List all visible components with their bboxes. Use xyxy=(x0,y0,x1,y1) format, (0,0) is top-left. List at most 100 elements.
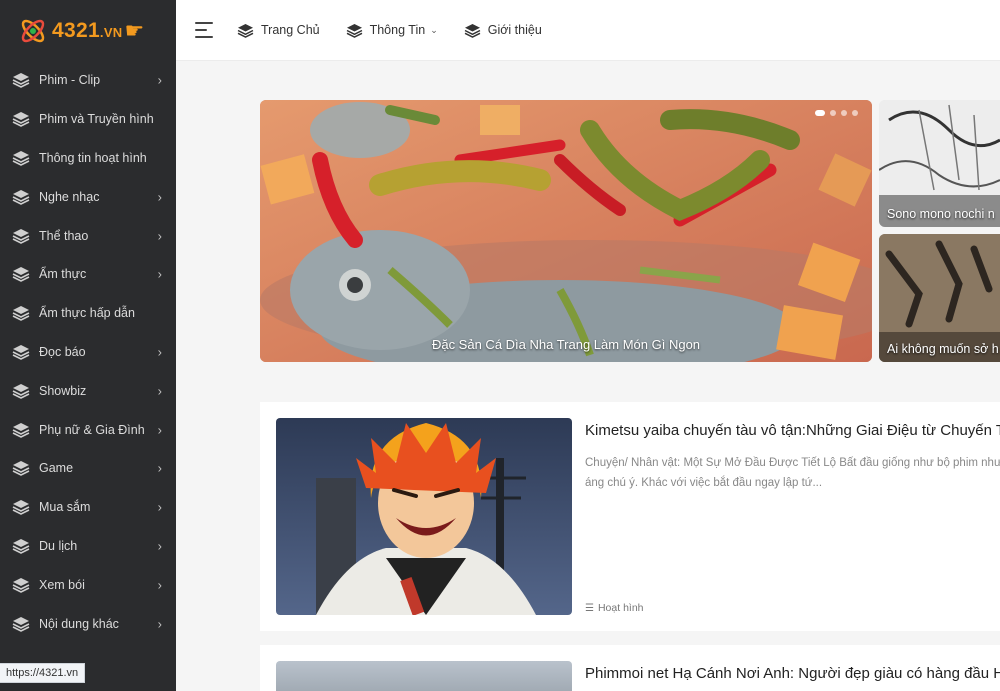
article-card: Kimetsu yaiba chuyến tàu vô tận:Những Gi… xyxy=(260,402,1000,631)
chevron-right-icon: › xyxy=(157,344,162,360)
featured-caption[interactable]: Đặc Sản Cá Dìa Nha Trang Làm Món Gì Ngon xyxy=(260,337,872,352)
layers-icon xyxy=(12,72,30,89)
nav-item-label: Trang Chủ xyxy=(261,23,320,37)
sidebar-item[interactable]: Đọc báo › xyxy=(0,333,176,372)
atom-logo-icon xyxy=(21,19,45,42)
sidebar-item[interactable]: Nghe nhạc › xyxy=(0,177,176,216)
sidebar-item-label: Phim - Clip xyxy=(39,73,101,88)
slide-dot[interactable] xyxy=(815,110,825,116)
sidebar-item-label: Nghe nhạc xyxy=(39,189,100,204)
fish-dish-image xyxy=(260,100,872,362)
excerpt-line: Chuyện/ Nhân vật: Một Sự Mở Đầu Được Tiế… xyxy=(585,457,1000,469)
chevron-right-icon: › xyxy=(157,72,162,88)
layers-icon xyxy=(12,189,30,205)
sidebar-item-label: Thông tin hoạt hình xyxy=(39,150,147,165)
chevron-down-icon: ⌄ xyxy=(430,24,438,35)
side-caption: Sono mono nochi n xyxy=(887,207,995,221)
nav-item-label: Thông Tin xyxy=(369,23,426,37)
sidebar-item[interactable]: Phim - Clip › xyxy=(0,61,176,100)
sidebar-item[interactable]: Thông tin hoạt hình xyxy=(0,139,176,178)
side-caption: Ai không muốn sở h xyxy=(887,342,999,356)
slide-dot[interactable] xyxy=(830,110,836,116)
sidebar-item[interactable]: Thể thao › xyxy=(0,216,176,255)
sidebar-item-label: Ẩm thực hấp dẫn xyxy=(39,306,135,321)
top-header: Trang Chủ Thông Tin ⌄ Giới thiệu xyxy=(176,0,1000,61)
chevron-right-icon: › xyxy=(157,577,162,593)
layers-icon xyxy=(12,460,30,477)
article-card: Phimmoi net Hạ Cánh Nơi Anh: Người đẹp g… xyxy=(260,645,1000,691)
slide-dot[interactable] xyxy=(852,110,858,116)
sidebar-item[interactable]: Game › xyxy=(0,449,176,488)
chevron-right-icon: › xyxy=(157,266,162,282)
chevron-right-icon: › xyxy=(157,616,162,632)
sidebar-item[interactable]: Phụ nữ & Gia Đình › xyxy=(0,410,176,449)
layers-icon xyxy=(12,228,30,244)
sidebar-item[interactable]: Phim và Truyền hình xyxy=(0,100,176,139)
slide-dot[interactable] xyxy=(841,110,847,116)
layers-icon xyxy=(12,266,30,283)
pointing-hand-icon: ☛ xyxy=(124,17,145,43)
top-nav: Trang Chủ Thông Tin ⌄ Giới thiệu xyxy=(237,23,568,38)
sidebar-item-label: Xem bói xyxy=(39,577,85,592)
layers-icon xyxy=(12,538,30,554)
featured-slide[interactable]: Đặc Sản Cá Dìa Nha Trang Làm Món Gì Ngon xyxy=(260,100,872,362)
sidebar-item[interactable]: Ẩm thực hấp dẫn xyxy=(0,294,176,333)
site-logo[interactable]: 4321.VN ☛ xyxy=(0,0,176,61)
layers-icon xyxy=(12,150,30,166)
sidebar-item[interactable]: Xem bói › xyxy=(0,565,176,604)
sidebar-item-label: Ẩm thực xyxy=(39,267,87,282)
layers-icon xyxy=(12,305,30,322)
layers-icon xyxy=(237,23,254,38)
nav-item[interactable]: Trang Chủ xyxy=(237,23,320,38)
sidebar-item-label: Du lịch xyxy=(39,538,78,553)
menu-toggle-icon[interactable] xyxy=(195,22,215,38)
sidebar-item[interactable]: Du lịch › xyxy=(0,527,176,566)
article-thumbnail[interactable] xyxy=(276,418,572,615)
chevron-right-icon: › xyxy=(157,383,162,399)
sidebar-item-label: Phụ nữ & Gia Đình xyxy=(39,422,145,437)
sidebar-item-label: Mua sắm xyxy=(39,500,91,515)
category-label: Hoạt hình xyxy=(597,602,644,614)
sidebar-item-label: Nội dung khác xyxy=(39,616,119,631)
sidebar-item-label: Thể thao xyxy=(39,228,89,243)
chevron-right-icon: › xyxy=(157,189,162,205)
sidebar-item-label: Game xyxy=(39,461,74,476)
nav-item[interactable]: Giới thiệu xyxy=(464,23,542,38)
sidebar: 4321.VN ☛ Phim - Clip › Phim và Truyền hìn… xyxy=(0,0,176,691)
layers-icon xyxy=(464,23,481,38)
sidebar-item[interactable]: Mua sắm › xyxy=(0,488,176,527)
chevron-right-icon: › xyxy=(157,228,162,244)
rengoku-image xyxy=(276,418,572,615)
nav-item-label: Giới thiệu xyxy=(487,23,542,37)
layers-icon xyxy=(12,422,30,438)
excerpt-line: áng chú ý. Khác với việc bắt đầu ngay lậ… xyxy=(585,476,823,489)
layers-icon xyxy=(346,23,363,38)
sidebar-item-label: Đọc báo xyxy=(39,344,86,359)
layers-icon xyxy=(12,577,30,593)
article-category[interactable]: ☰ Hoạt hình xyxy=(585,602,644,614)
article-title[interactable]: Phimmoi net Hạ Cánh Nơi Anh: Người đẹp g… xyxy=(585,665,1000,682)
slide-dots xyxy=(815,110,858,116)
status-url-tooltip: https://4321.vn xyxy=(0,663,86,683)
chevron-right-icon: › xyxy=(157,538,162,554)
layers-icon xyxy=(12,383,30,399)
chevron-right-icon: › xyxy=(157,422,162,438)
sidebar-item[interactable]: Ẩm thực › xyxy=(0,255,176,294)
article-thumbnail[interactable] xyxy=(276,661,572,691)
sidebar-item-label: Showbiz xyxy=(39,383,87,398)
chevron-right-icon: › xyxy=(157,460,162,476)
layers-icon xyxy=(12,344,30,360)
layers-icon xyxy=(12,616,30,632)
side-slide-2[interactable]: Ai không muốn sở h xyxy=(879,234,1000,362)
layers-icon xyxy=(12,499,30,516)
article-title[interactable]: Kimetsu yaiba chuyến tàu vô tận:Những Gi… xyxy=(585,422,1000,439)
layers-icon xyxy=(12,111,30,128)
sidebar-item[interactable]: Nội dung khác › xyxy=(0,604,176,643)
article-excerpt: Chuyện/ Nhân vật: Một Sự Mở Đầu Được Tiế… xyxy=(585,454,1000,493)
nav-item[interactable]: Thông Tin ⌄ xyxy=(346,23,438,38)
logo-text: 4321.VN xyxy=(52,18,123,42)
sidebar-item-label: Phim và Truyền hình xyxy=(39,112,154,127)
sidebar-item[interactable]: Showbiz › xyxy=(0,371,176,410)
side-slide-1[interactable]: Sono mono nochi n xyxy=(879,100,1000,227)
list-icon: ☰ xyxy=(585,602,594,614)
